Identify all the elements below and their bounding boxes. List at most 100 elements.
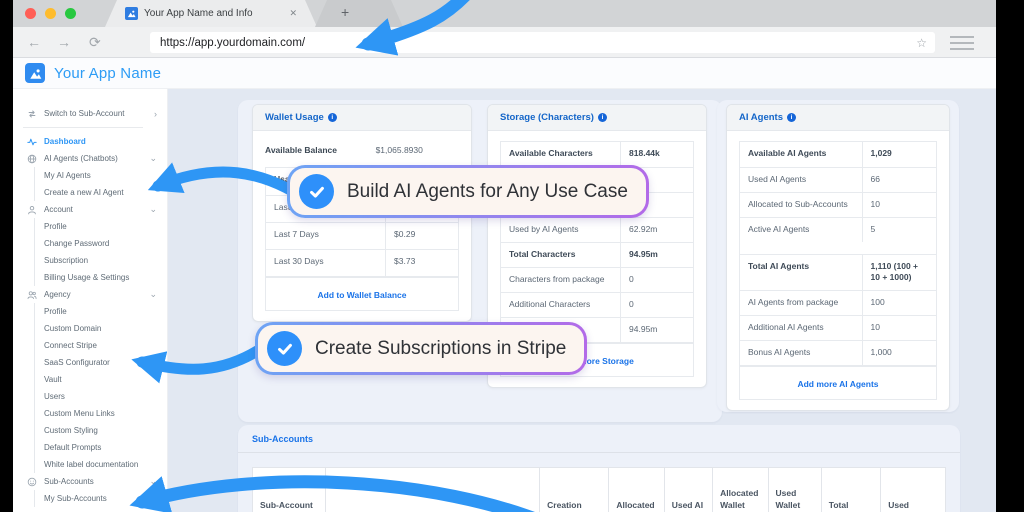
sidebar-item-custom-menu-links[interactable]: Custom Menu Links (34, 405, 167, 422)
sidebar-item-subscription[interactable]: Subscription (34, 252, 167, 269)
sidebar-item-label: My Sub-Accounts (44, 493, 107, 503)
wallet-usage-title: Wallet Usage (265, 112, 324, 123)
row-value: 10 (861, 193, 936, 217)
sidebar-item-users[interactable]: Users (34, 388, 167, 405)
available-balance-row: Available Balance $1,065.8930 (265, 145, 423, 155)
table-row: Additional AI Agents 10 (740, 314, 936, 340)
row-label: Characters from package (509, 274, 605, 284)
column-header-allocated-ai-agents: Allocated AI Agents (609, 468, 665, 512)
sub-accounts-heading[interactable]: Sub-Accounts (238, 425, 960, 453)
chevron-right-icon: › (154, 108, 157, 119)
app-logo-image-icon (25, 63, 45, 83)
add-more-ai-agents-link[interactable]: Add more AI Agents (797, 379, 878, 389)
row-label: Additional AI Agents (748, 321, 824, 332)
sidebar-item-profile[interactable]: Profile (34, 218, 167, 235)
sidebar-item-label: Switch to Sub-Account (44, 108, 125, 118)
sidebar-item-label: Profile (44, 221, 67, 231)
minimize-window-button[interactable] (45, 8, 56, 19)
column-header-used-wallet-balance: Used Wallet Balance (769, 468, 822, 512)
table-row: Available Characters 818.44k (501, 142, 693, 167)
add-to-wallet-balance-link[interactable]: Add to Wallet Balance (318, 290, 407, 300)
sidebar-item-label: Custom Domain (44, 323, 102, 333)
sidebar-item-label: SaaS Configurator (44, 357, 110, 367)
row-value: 0 (620, 268, 693, 292)
row-value: 5 (861, 218, 936, 242)
info-icon[interactable]: i (327, 113, 337, 122)
sidebar-item-dashboard[interactable]: Dashboard (13, 133, 167, 150)
bookmark-star-icon[interactable]: ☆ (916, 36, 927, 50)
check-badge-icon (267, 331, 302, 366)
table-row: Total AI Agents 1,110 (100 + 10 + 1000) (740, 254, 936, 290)
browser-tab[interactable]: Your App Name and Info ✕ (105, 0, 317, 27)
chevron-down-icon: ⌄ (149, 289, 157, 299)
sidebar-item-white-label-documentation[interactable]: White label documentation (34, 456, 167, 473)
sidebar-item-custom-domain[interactable]: Custom Domain (34, 320, 167, 337)
sidebar-nav: Switch to Sub-Account › Dashboard AI Agents… (13, 89, 168, 512)
sidebar-item-sub-accounts[interactable]: Sub-Accounts ⌄ (13, 473, 167, 490)
table-row: Additional Characters 0 (501, 292, 693, 317)
row-label: Used by AI Agents (509, 224, 579, 234)
forward-icon[interactable]: → (57, 33, 71, 51)
sidebar-item-switch-to-sub-account[interactable]: Switch to Sub-Account › (13, 105, 167, 122)
reload-icon[interactable]: ⟳ (89, 33, 101, 51)
sidebar-item-billing-usage-settings[interactable]: Billing Usage & Settings (34, 269, 167, 286)
chevron-down-icon: ⌄ (149, 476, 157, 486)
sidebar-item-change-password[interactable]: Change Password (34, 235, 167, 252)
app-name: Your App Name (54, 64, 162, 82)
column-header-used-characters: Used Characters (888, 500, 909, 511)
row-value: 1,110 (100 + 10 + 1000) (861, 255, 936, 290)
browser-window: Your App Name and Info ✕ + ← → ⟳ https:/… (13, 0, 996, 512)
column-header-sub-account-name: Sub-Account Name (253, 468, 326, 512)
callout-create-subscriptions: Create Subscriptions in Stripe (255, 322, 587, 375)
inactive-tab-shape (315, 0, 403, 27)
sidebar-item-create-a-new-ai-agent[interactable]: Create a new AI Agent (34, 184, 167, 201)
sidebar-item-my-ai-agents[interactable]: My AI Agents (34, 167, 167, 184)
column-header-allocated-wallet-balance: Allocated Wallet Balance (713, 468, 769, 512)
sidebar-item-label: Custom Menu Links (44, 408, 115, 418)
main-content: Wallet Usage i Available Balance $1,065.… (168, 89, 996, 512)
ai-agents-title: AI Agents (739, 112, 783, 123)
address-bar[interactable]: https://app.yourdomain.com/ ☆ (150, 32, 935, 53)
close-tab-icon[interactable]: ✕ (289, 8, 297, 19)
sidebar-item-label: Create a new AI Agent (44, 187, 124, 197)
row-label: Last 30 Days (274, 256, 324, 266)
sidebar-item-vault[interactable]: Vault (34, 371, 167, 388)
new-tab-button[interactable]: + (341, 4, 349, 20)
sidebar-item-label: White label documentation (44, 459, 139, 469)
back-icon[interactable]: ← (27, 33, 41, 51)
sidebar-item-default-prompts[interactable]: Default Prompts (34, 439, 167, 456)
sidebar-item-saas-configurator[interactable]: SaaS Configurator (34, 354, 167, 371)
row-label: Active AI Agents (748, 224, 810, 234)
zoom-window-button[interactable] (65, 8, 76, 19)
column-header-total-characters: Total Characters (822, 468, 882, 512)
url-text[interactable]: https://app.yourdomain.com/ (160, 37, 916, 49)
info-icon[interactable]: i (597, 113, 607, 122)
row-value: 94.95m (620, 243, 693, 267)
row-value: 66 (861, 168, 936, 192)
sidebar-item-connect-stripe[interactable]: Connect Stripe (34, 337, 167, 354)
sidebar-item-ai-agents-chatbots[interactable]: AI Agents (Chatbots) ⌄ (13, 150, 167, 167)
row-value: 1,029 (861, 142, 936, 167)
table-row: Total Characters 94.95m (501, 242, 693, 267)
sidebar-item-agency[interactable]: Agency ⌄ (13, 286, 167, 303)
sidebar-item-my-sub-accounts[interactable]: My Sub-Accounts (34, 490, 167, 507)
table-row: Available AI Agents 1,029 (740, 142, 936, 167)
sidebar-item-label: Dashboard (44, 136, 86, 146)
close-window-button[interactable] (25, 8, 36, 19)
row-label: Available AI Agents (748, 148, 827, 158)
sidebar-item-label: Connect Stripe (44, 340, 97, 350)
row-label: Bonus AI Agents (748, 346, 811, 357)
ai-agents-card: AI Agents i Available AI Agents 1,029 Used… (726, 104, 950, 411)
sub-accounts-panel: Sub-Accounts Sub-Account NameAdmin Email… (238, 425, 960, 512)
sidebar-item-custom-styling[interactable]: Custom Styling (34, 422, 167, 439)
browser-menu-icon[interactable] (950, 36, 974, 50)
row-value: 818.44k (620, 142, 693, 167)
table-row: Used AI Agents 66 (740, 167, 936, 192)
sidebar-item-profile[interactable]: Profile (34, 303, 167, 320)
switch-icon (27, 109, 37, 119)
row-value: 94.95m (620, 318, 693, 342)
info-icon[interactable]: i (786, 113, 796, 122)
sidebar-item-account[interactable]: Account ⌄ (13, 201, 167, 218)
browser-toolbar: ← → ⟳ https://app.yourdomain.com/ ☆ (13, 27, 996, 58)
table-row: Last 7 Days $0.29 (266, 222, 458, 249)
